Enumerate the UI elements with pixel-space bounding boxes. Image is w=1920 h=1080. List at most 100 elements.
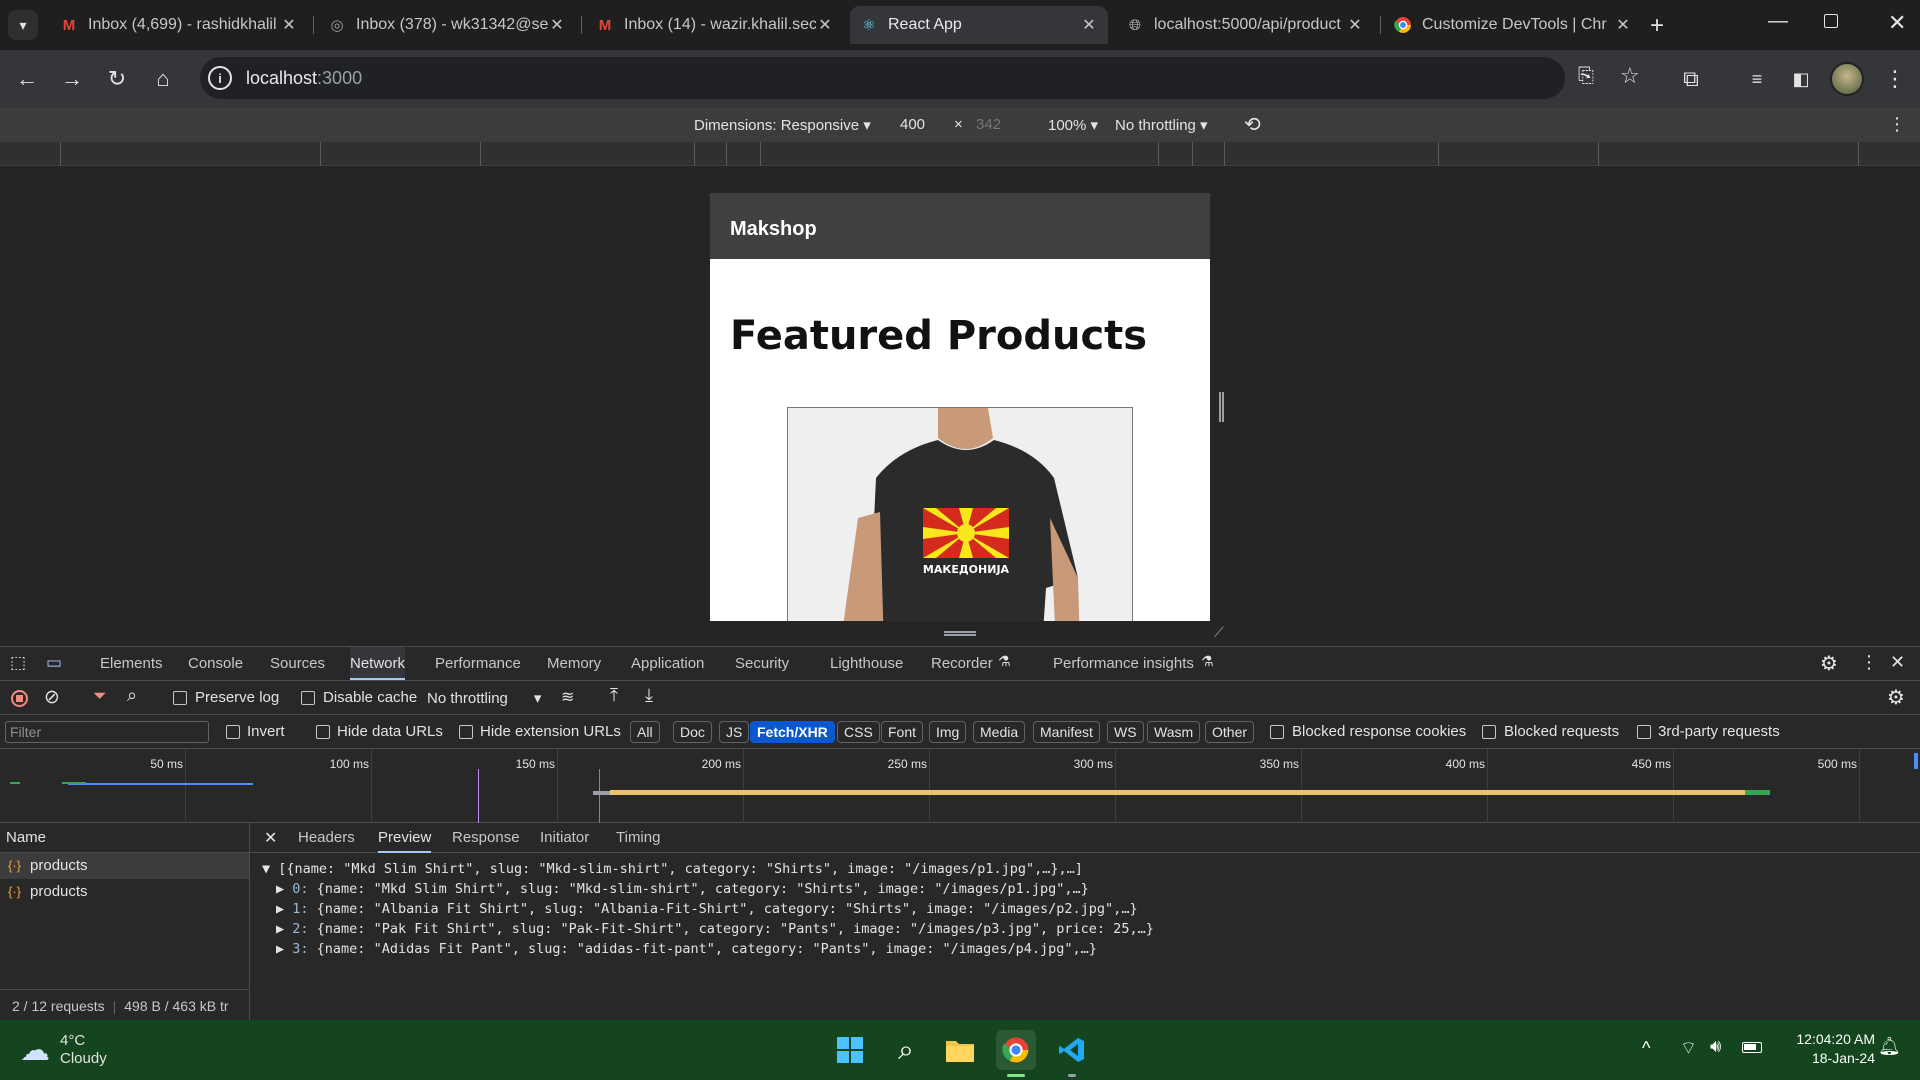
rotate-icon[interactable]: ⟲ xyxy=(1244,112,1261,137)
collapsed-triangle-icon[interactable]: ▶ xyxy=(276,921,292,937)
export-har-icon[interactable]: ⤓ xyxy=(645,685,653,706)
product-image[interactable]: МАКЕДОНИЈА xyxy=(787,407,1133,621)
address-bar[interactable]: i localhost:3000 ⎘ ☆ xyxy=(200,57,1640,99)
tab-initiator[interactable]: Initiator xyxy=(540,823,589,853)
install-app-icon[interactable]: ⎘ xyxy=(1578,65,1594,88)
close-devtools-icon[interactable]: ✕ xyxy=(1890,652,1905,673)
tab-performance[interactable]: Performance xyxy=(435,647,521,680)
filter-chip-img[interactable]: Img xyxy=(929,721,967,743)
json-item-row[interactable]: ▶ 2: {name: "Pak Fit Shirt", slug: "Pak-… xyxy=(262,919,1920,939)
record-stop-icon[interactable] xyxy=(11,690,28,707)
clear-icon[interactable]: ⊘ xyxy=(44,686,60,709)
tab-elements[interactable]: Elements xyxy=(100,647,163,680)
filter-chip-media[interactable]: Media xyxy=(973,721,1026,743)
filter-chip-font[interactable]: Font xyxy=(881,721,924,743)
json-item-row[interactable]: ▶ 0: {name: "Mkd Slim Shirt", slug: "Mkd… xyxy=(262,879,1920,899)
tab-performance-insights[interactable]: Performance insights xyxy=(1053,647,1194,680)
filter-input[interactable]: Filter xyxy=(5,721,209,743)
filter-chip-js[interactable]: JS xyxy=(719,721,750,743)
browser-tab[interactable]: 🌐︎ localhost:5000/api/product ✕ xyxy=(1116,6,1374,44)
site-info-icon[interactable]: i xyxy=(208,66,232,90)
close-tab-icon[interactable]: ✕ xyxy=(1614,15,1632,35)
bookmark-star-icon[interactable]: ☆ xyxy=(1620,63,1640,89)
tab-response[interactable]: Response xyxy=(452,823,520,853)
tab-timing[interactable]: Timing xyxy=(616,823,660,853)
new-tab-icon[interactable]: + xyxy=(1650,12,1664,40)
search-icon[interactable]: ⌕ xyxy=(127,685,137,706)
network-throttling-select[interactable]: No throttling ▾ xyxy=(427,689,541,707)
timeline-handle[interactable] xyxy=(1914,753,1918,769)
close-tab-icon[interactable]: ✕ xyxy=(280,15,298,35)
close-detail-icon[interactable]: ✕ xyxy=(264,828,277,848)
blocked-cookies-checkbox[interactable] xyxy=(1270,725,1284,739)
brand-link[interactable]: Makshop xyxy=(730,218,817,240)
search-icon[interactable]: ⌕ xyxy=(886,1030,926,1070)
filter-chip-wasm[interactable]: Wasm xyxy=(1147,721,1201,743)
invert-checkbox[interactable] xyxy=(226,725,240,739)
reload-icon[interactable]: ↻ xyxy=(100,62,134,96)
file-explorer-icon[interactable] xyxy=(940,1030,980,1070)
clock[interactable]: 12:04:20 AM 18-Jan-24 xyxy=(1775,1030,1875,1068)
name-column-header[interactable]: Name xyxy=(0,823,249,853)
close-tab-icon[interactable]: ✕ xyxy=(1080,15,1098,35)
expanded-triangle-icon[interactable]: ▼ xyxy=(262,861,278,877)
tab-console[interactable]: Console xyxy=(188,647,243,680)
filter-funnel-icon[interactable]: ⏷ xyxy=(93,686,107,706)
tab-network[interactable]: Network xyxy=(350,647,406,680)
network-overview-timeline[interactable]: 50 ms 100 ms 150 ms 200 ms 250 ms 300 ms… xyxy=(0,749,1920,823)
collapsed-triangle-icon[interactable]: ▶ xyxy=(276,941,292,957)
tab-search-button[interactable]: ▾ xyxy=(8,10,38,40)
close-tab-icon[interactable]: ✕ xyxy=(1346,15,1364,35)
resize-handle-corner[interactable]: ⟋ xyxy=(1214,624,1224,641)
media-control-icon[interactable]: ≡ xyxy=(1740,62,1774,96)
hide-data-urls-checkbox[interactable] xyxy=(316,725,330,739)
throttling-select[interactable]: No throttling ▾ xyxy=(1115,116,1208,134)
battery-icon[interactable] xyxy=(1742,1042,1762,1053)
width-input[interactable]: 400 xyxy=(900,116,925,133)
filter-chip-doc[interactable]: Doc xyxy=(673,721,712,743)
extensions-icon[interactable]: ⧉ xyxy=(1674,62,1708,96)
json-root-row[interactable]: ▼ [{name: "Mkd Slim Shirt", slug: "Mkd-s… xyxy=(262,859,1920,879)
json-item-row[interactable]: ▶ 1: {name: "Albania Fit Shirt", slug: "… xyxy=(262,899,1920,919)
collapsed-triangle-icon[interactable]: ▶ xyxy=(276,881,292,897)
show-hidden-icons-chevron[interactable]: ^ xyxy=(1642,1038,1650,1059)
browser-tab-active[interactable]: ⚛ React App ✕ xyxy=(850,6,1108,44)
chrome-taskbar-icon[interactable] xyxy=(996,1030,1036,1070)
blocked-requests-checkbox[interactable] xyxy=(1482,725,1496,739)
import-har-icon[interactable]: ⤒ xyxy=(610,685,618,706)
close-window-icon[interactable]: ✕ xyxy=(1888,10,1906,36)
home-icon[interactable]: ⌂ xyxy=(146,62,180,96)
json-item-row[interactable]: ▶ 3: {name: "Adidas Fit Pant", slug: "ad… xyxy=(262,939,1920,959)
back-icon[interactable]: ← xyxy=(10,62,44,96)
browser-tab[interactable]: Customize DevTools | Chr ✕ xyxy=(1384,6,1642,44)
third-party-checkbox[interactable] xyxy=(1637,725,1651,739)
disable-cache-checkbox[interactable] xyxy=(301,691,315,705)
tab-application[interactable]: Application xyxy=(631,647,704,680)
notification-bell-icon[interactable]: 🔔︎ xyxy=(1878,1036,1901,1057)
filter-chip-manifest[interactable]: Manifest xyxy=(1033,721,1100,743)
dimensions-select[interactable]: Dimensions: Responsive ▾ xyxy=(694,116,871,134)
tab-recorder[interactable]: Recorder xyxy=(931,647,993,680)
chrome-menu-icon[interactable]: ⋮ xyxy=(1878,62,1912,96)
browser-tab[interactable]: M Inbox (14) - wazir.khalil.sec ✕ xyxy=(586,6,844,44)
filter-chip-css[interactable]: CSS xyxy=(837,721,880,743)
zoom-select[interactable]: 100% ▾ xyxy=(1048,116,1098,134)
profile-avatar[interactable] xyxy=(1830,62,1864,96)
side-panel-icon[interactable]: ◧ xyxy=(1784,62,1818,96)
tab-lighthouse[interactable]: Lighthouse xyxy=(830,647,903,680)
resize-handle-right[interactable] xyxy=(1219,392,1224,422)
height-input[interactable]: 342 xyxy=(976,116,1001,133)
tab-memory[interactable]: Memory xyxy=(547,647,601,680)
filter-chip-ws[interactable]: WS xyxy=(1107,721,1144,743)
close-tab-icon[interactable]: ✕ xyxy=(548,15,566,35)
minimize-icon[interactable]: — xyxy=(1768,10,1788,33)
inspect-element-icon[interactable]: ⬚ xyxy=(10,653,26,673)
tab-headers[interactable]: Headers xyxy=(298,823,355,853)
media-query-ruler[interactable] xyxy=(0,142,1920,166)
request-row[interactable]: {·} products xyxy=(0,879,249,905)
device-toggle-icon[interactable]: ▭ xyxy=(46,653,62,673)
network-settings-icon[interactable]: ⚙ xyxy=(1887,685,1905,710)
forward-icon[interactable]: → xyxy=(55,62,89,96)
collapsed-triangle-icon[interactable]: ▶ xyxy=(276,901,292,917)
wifi-icon[interactable]: ⌔ xyxy=(1680,1037,1697,1060)
